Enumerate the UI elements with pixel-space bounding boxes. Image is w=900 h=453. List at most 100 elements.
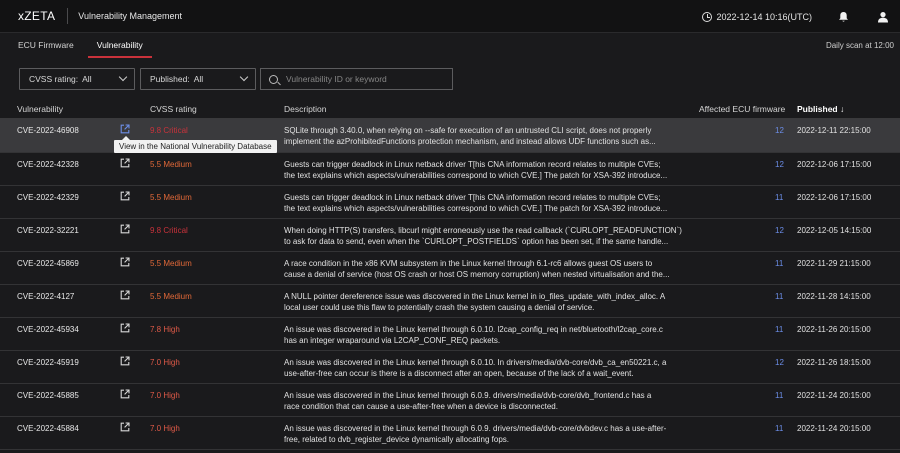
datetime-display: 2022-12-14 10:16(UTC) bbox=[702, 11, 812, 22]
published-date: 2022-11-26 18:15:00 bbox=[797, 358, 871, 367]
table-row[interactable]: CVE-2022-45934 7.8 High An issue was disco… bbox=[0, 318, 900, 351]
external-link-icon[interactable] bbox=[120, 389, 130, 399]
description-line-1: Guests can trigger deadlock in Linux net… bbox=[284, 160, 661, 169]
description: An issue was discovered in the Linux ker… bbox=[284, 324, 694, 346]
cvss-rating: 9.8 Critical bbox=[150, 226, 188, 235]
external-link-icon[interactable] bbox=[120, 290, 130, 300]
external-link-icon[interactable] bbox=[120, 191, 130, 201]
table-row[interactable]: CVE-2022-45884 7.0 High An issue was disco… bbox=[0, 417, 900, 450]
published-date: 2022-12-05 14:15:00 bbox=[797, 226, 872, 235]
search-box[interactable] bbox=[260, 68, 453, 90]
description-line-1: SQLite through 3.40.0, when relying on -… bbox=[284, 126, 652, 135]
table-row[interactable]: CVE-2022-45885 7.0 High An issue was disco… bbox=[0, 384, 900, 417]
top-right-controls: 2022-12-14 10:16(UTC) bbox=[702, 0, 900, 33]
cve-id[interactable]: CVE-2022-45884 bbox=[17, 424, 79, 433]
tab-vulnerability[interactable]: Vulnerability bbox=[87, 33, 152, 58]
description-line-1: An issue was discovered in the Linux ker… bbox=[284, 424, 667, 433]
table-row[interactable]: CVE-2022-45869 5.5 Medium A race condition… bbox=[0, 252, 900, 285]
cvss-filter-value: All bbox=[82, 74, 92, 84]
search-icon bbox=[269, 74, 278, 84]
published-select[interactable]: Published: All bbox=[140, 68, 256, 90]
description-line-2: use-after-free can occur is there is a d… bbox=[284, 369, 634, 378]
chevron-down-icon bbox=[118, 72, 128, 82]
header-description: Description bbox=[284, 104, 327, 114]
external-link-icon[interactable] bbox=[120, 356, 130, 366]
cve-id[interactable]: CVE-2022-45934 bbox=[17, 325, 79, 334]
search-input[interactable] bbox=[286, 74, 446, 84]
description-line-2: cause a denial of service (host OS crash… bbox=[284, 270, 670, 279]
external-link-icon[interactable] bbox=[120, 257, 130, 267]
top-bar: xZETA Vulnerability Management 2022-12-1… bbox=[0, 0, 900, 33]
cvss-rating: 7.0 High bbox=[150, 391, 180, 400]
table-row[interactable]: CVE-2022-4127 5.5 Medium A NULL pointer de… bbox=[0, 285, 900, 318]
table-row[interactable]: CVE-2022-42328 5.5 Medium Guests can trigg… bbox=[0, 153, 900, 186]
affected-count-link[interactable]: 11 bbox=[775, 292, 783, 301]
description-line-1: A NULL pointer dereference issue was dis… bbox=[284, 292, 666, 301]
cve-id[interactable]: CVE-2022-42329 bbox=[17, 193, 79, 202]
external-link-icon[interactable] bbox=[120, 224, 130, 234]
description-line-1: When doing HTTP(S) transfers, libcurl mi… bbox=[284, 226, 682, 235]
external-link-icon[interactable] bbox=[120, 422, 130, 432]
affected-count-link[interactable]: 12 bbox=[775, 126, 784, 135]
published-date: 2022-12-11 22:15:00 bbox=[797, 126, 871, 135]
table-row[interactable]: CVE-2022-32221 9.8 Critical When doing HTT… bbox=[0, 219, 900, 252]
published-filter-value: All bbox=[193, 74, 204, 84]
affected-count-link[interactable]: 11 bbox=[775, 424, 783, 433]
published-date: 2022-11-26 20:15:00 bbox=[797, 325, 871, 334]
description-line-1: An issue was discovered in the Linux ker… bbox=[284, 391, 652, 400]
description: Guests can trigger deadlock in Linux net… bbox=[284, 192, 694, 214]
external-link-icon[interactable] bbox=[120, 158, 130, 168]
chevron-down-icon bbox=[239, 72, 249, 82]
description: An issue was discovered in the Linux ker… bbox=[284, 357, 694, 379]
published-date: 2022-11-29 21:15:00 bbox=[797, 259, 871, 268]
divider bbox=[67, 8, 69, 24]
tab-ecu-firmware[interactable]: ECU Firmware bbox=[18, 33, 74, 58]
header-cvss-rating[interactable]: CVSS rating bbox=[150, 104, 197, 114]
cvss-rating: 5.5 Medium bbox=[150, 160, 192, 169]
clock-icon bbox=[702, 11, 713, 22]
cve-id[interactable]: CVE-2022-45919 bbox=[17, 358, 79, 367]
header-affected-ecu-firmware[interactable]: Affected ECU firmware bbox=[699, 104, 785, 114]
affected-count-link[interactable]: 11 bbox=[775, 193, 783, 202]
table-row[interactable]: CVE-2022-45919 7.0 High An issue was disco… bbox=[0, 351, 900, 384]
description-line-2: the text explains which aspects/vulnerab… bbox=[284, 204, 668, 213]
affected-count-link[interactable]: 12 bbox=[775, 160, 784, 169]
cve-id[interactable]: CVE-2022-4127 bbox=[17, 292, 74, 301]
affected-count-link[interactable]: 11 bbox=[775, 325, 783, 334]
table-header: Vulnerability CVSS rating Description Af… bbox=[0, 100, 900, 119]
cvss-rating: 5.5 Medium bbox=[150, 292, 192, 301]
cve-id[interactable]: CVE-2022-32221 bbox=[17, 226, 79, 235]
description-line-1: An issue was discovered in the Linux ker… bbox=[284, 325, 663, 334]
affected-count-link[interactable]: 11 bbox=[775, 391, 783, 400]
cve-id[interactable]: CVE-2022-42328 bbox=[17, 160, 79, 169]
affected-count-link[interactable]: 12 bbox=[775, 358, 784, 367]
cvss-rating: 5.5 Medium bbox=[150, 193, 192, 202]
table-row[interactable]: CVE-2022-42329 5.5 Medium Guests can trigg… bbox=[0, 186, 900, 219]
cvss-rating: 7.0 High bbox=[150, 358, 180, 367]
cvss-rating-select[interactable]: CVSS rating: All bbox=[19, 68, 135, 90]
external-link-icon[interactable] bbox=[120, 124, 130, 134]
datetime-text: 2022-12-14 10:16(UTC) bbox=[716, 11, 812, 22]
user-icon[interactable] bbox=[876, 10, 890, 24]
affected-count-link[interactable]: 11 bbox=[775, 259, 783, 268]
description: A race condition in the x86 KVM subsyste… bbox=[284, 258, 694, 280]
description-line-1: An issue was discovered in the Linux ker… bbox=[284, 358, 667, 367]
description-line-2: race condition that can cause a use-afte… bbox=[284, 402, 558, 411]
description: SQLite through 3.40.0, when relying on -… bbox=[284, 125, 694, 147]
cve-id[interactable]: CVE-2022-45885 bbox=[17, 391, 79, 400]
description-line-2: to ask for data to send, even when the `… bbox=[284, 237, 669, 246]
cve-id[interactable]: CVE-2022-45869 bbox=[17, 259, 79, 268]
description-line-2: local user could use this flaw to potent… bbox=[284, 303, 595, 312]
published-filter-label: Published: bbox=[150, 74, 190, 84]
external-link-icon[interactable] bbox=[120, 323, 130, 333]
cvss-rating: 5.5 Medium bbox=[150, 259, 192, 268]
published-date: 2022-12-06 17:15:00 bbox=[797, 193, 872, 202]
tab-bar: ECU Firmware Vulnerability Daily scan at… bbox=[0, 33, 900, 58]
filter-bar: CVSS rating: All Published: All bbox=[0, 68, 900, 90]
bell-icon[interactable] bbox=[836, 10, 850, 24]
affected-count-link[interactable]: 12 bbox=[775, 226, 784, 235]
header-vulnerability[interactable]: Vulnerability bbox=[17, 104, 63, 114]
header-published[interactable]: Published ↓ bbox=[797, 104, 844, 114]
cve-id[interactable]: CVE-2022-46908 bbox=[17, 126, 79, 135]
cvss-filter-label: CVSS rating: bbox=[29, 74, 79, 84]
